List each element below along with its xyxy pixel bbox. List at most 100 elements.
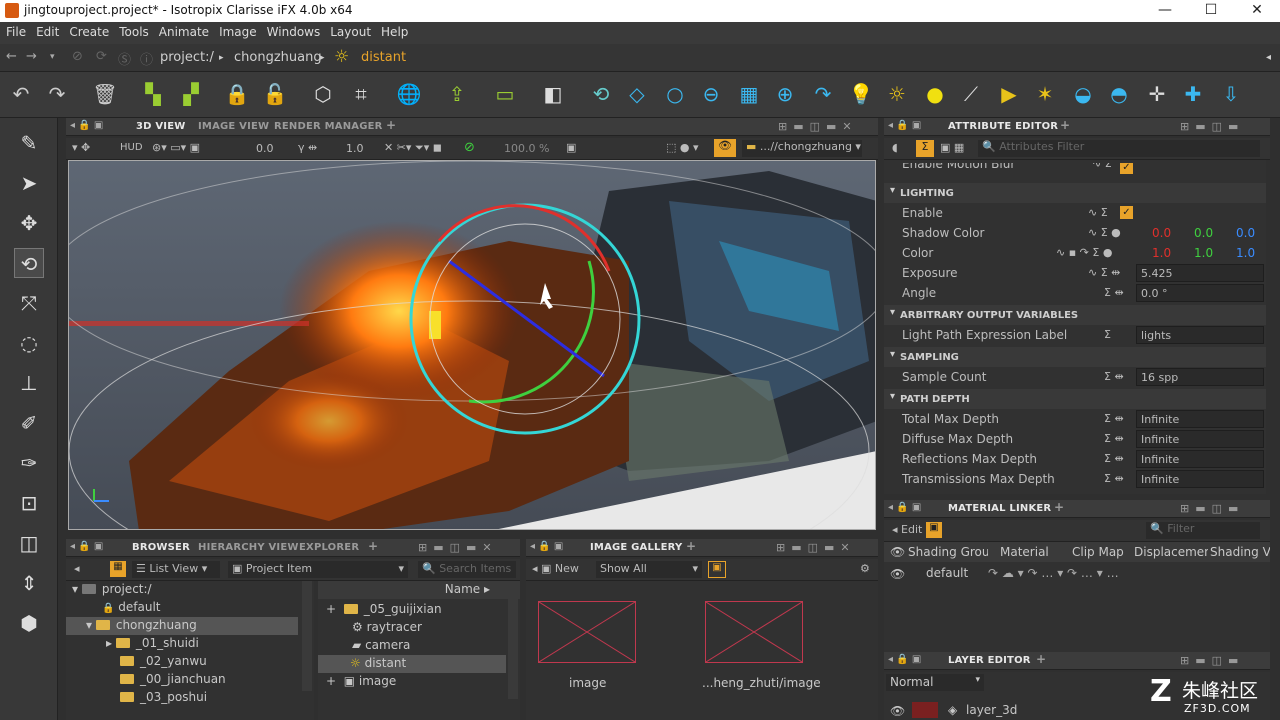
sigma-toggle-icon[interactable]: Σ [916, 140, 934, 157]
sample-count-field[interactable]: 16 spp [1136, 368, 1264, 386]
add-tab-icon[interactable]: + [368, 539, 378, 553]
item-image[interactable]: + ▣ image [326, 674, 396, 688]
spot-light-icon[interactable]: ⟋ [958, 81, 984, 107]
gallery-settings-icon[interactable]: ⚙ [860, 562, 870, 575]
instance-icon[interactable]: ✚ [1180, 81, 1206, 107]
anim-icon[interactable]: Σ ⇹ [1104, 286, 1124, 299]
context-selector[interactable]: ▬ ...//chongzhuang ▾ [742, 140, 862, 157]
total-max-depth-field[interactable]: Infinite [1136, 410, 1264, 428]
list-view-select[interactable]: ☰ List View ▾ [132, 561, 220, 578]
tab-image-view[interactable]: IMAGE VIEW [198, 121, 269, 132]
col-clip-map[interactable]: Clip Map [1072, 545, 1124, 559]
bounding-box-icon[interactable]: ⌗ [348, 81, 374, 107]
project-item-select[interactable]: ▣ Project Item ▾ [228, 561, 408, 578]
path-context[interactable]: chongzhuang [234, 50, 322, 65]
tab-material-linker[interactable]: MATERIAL LINKER [939, 500, 1060, 517]
motion-blur-checkbox[interactable]: ✓ [1120, 163, 1133, 174]
section-lighting[interactable]: LIGHTING [884, 183, 1266, 203]
undo-icon[interactable]: ↶ [8, 81, 34, 107]
filter-input[interactable]: 🔍 Filter [1146, 522, 1260, 539]
globe-add-icon[interactable]: 🌐 [396, 81, 422, 107]
box-icon[interactable]: ◇ [624, 81, 650, 107]
shadow-r[interactable]: 0.0 [1152, 226, 1171, 240]
layout-icons[interactable]: ⊞▬◫▬✕ [418, 541, 498, 554]
menu-layout[interactable]: Layout [324, 22, 375, 39]
diffuse-max-depth-field[interactable]: Infinite [1136, 430, 1264, 448]
browser-nav-icon[interactable]: ◂ [74, 562, 80, 575]
anim-icon[interactable]: Σ ⇹ [1104, 472, 1124, 485]
orbit-icon[interactable]: ◌ [14, 328, 44, 358]
reload-icon[interactable]: ⟳ [96, 49, 107, 64]
brush-icon[interactable]: ✑ [14, 448, 44, 478]
move-icon[interactable]: ✥ [14, 208, 44, 238]
grid-icon[interactable]: ▦ [736, 81, 762, 107]
anim-icon[interactable]: ∿ Σ ● [1088, 226, 1121, 239]
tree-item-chongzhuang[interactable]: ▾ chongzhuang [66, 617, 298, 635]
viewport-menu-icon[interactable]: ▾ ✥ [72, 141, 90, 154]
lpe-field[interactable]: lights [1136, 326, 1264, 344]
col-displacement[interactable]: Displacement [1134, 545, 1208, 559]
area-light-icon[interactable]: ▶ [996, 81, 1022, 107]
lock-icon[interactable]: 🔒 [224, 81, 250, 107]
menu-tools[interactable]: Tools [113, 22, 153, 39]
layout-icons[interactable]: ⊞▬◫▬✕ [776, 541, 856, 554]
panel-menu-icon[interactable]: ◂ 🔒 ▣ [70, 541, 103, 552]
color-r[interactable]: 1.0 [1152, 246, 1171, 260]
stamp-icon[interactable]: ⊥ [14, 368, 44, 398]
hud-toggle[interactable]: HUD [120, 142, 143, 153]
anim-icon[interactable]: Σ ⇹ [1104, 412, 1124, 425]
panel-menu-icon[interactable]: ◂ 🔒 ▣ [888, 502, 921, 513]
menu-file[interactable]: File [0, 22, 30, 39]
section-path-depth[interactable]: PATH DEPTH [884, 389, 1266, 409]
anim-icon[interactable]: ∿ Σ [1092, 163, 1112, 170]
link-toggle-icon[interactable]: ▣ [926, 522, 942, 538]
download-icon[interactable]: ⇩ [1218, 81, 1244, 107]
edit-menu[interactable]: ◂ Edit [892, 523, 922, 536]
add-tab-icon[interactable]: + [1036, 652, 1046, 666]
tree-item-poshui[interactable]: _03_poshui [120, 690, 207, 704]
panel-menu-icon[interactable]: ◂ 🔒 ▣ [70, 120, 103, 131]
material-link-icons[interactable]: ↷ ☁ ▾ ↷ … ▾ ↷ … ▾ … [988, 566, 1119, 580]
blend-mode-select[interactable]: Normal ▾ [886, 674, 984, 691]
gamma-icon[interactable]: γ ⇹ [298, 141, 317, 154]
info-icon[interactable]: ⓘ [140, 49, 153, 68]
sphere-icon[interactable]: ○ [662, 81, 688, 107]
tab-layer-editor[interactable]: LAYER EDITOR [940, 652, 1039, 669]
col-material[interactable]: Material [1000, 545, 1049, 559]
path-item[interactable]: distant [361, 50, 406, 65]
attributes-filter-input[interactable]: 🔍 Attributes Filter [978, 140, 1260, 157]
shading-group-default[interactable]: default [926, 566, 968, 580]
anim-icon[interactable]: ∿ Σ ⇹ [1088, 266, 1120, 279]
redo-icon[interactable]: ↷ [44, 81, 70, 107]
environment-icon[interactable]: ◒ [1070, 81, 1096, 107]
material-icon[interactable]: ⬢ [14, 608, 44, 638]
shadow-b[interactable]: 0.0 [1236, 226, 1255, 240]
add-tab-icon[interactable]: + [1054, 500, 1064, 514]
tree-item-yanwu[interactable]: _02_yanwu [120, 654, 207, 668]
sun-icon[interactable]: ● [922, 81, 948, 107]
ungroup-icon[interactable]: ▞ [178, 81, 204, 107]
reflections-max-depth-field[interactable]: Infinite [1136, 450, 1264, 468]
anim-icon[interactable]: Σ ⇹ [1104, 370, 1124, 383]
skydome-icon[interactable]: ◓ [1106, 81, 1132, 107]
menu-create[interactable]: Create [63, 22, 113, 39]
items-scrollbar[interactable] [508, 599, 518, 699]
context-icon[interactable]: ◧ [540, 81, 566, 107]
cube-icon[interactable]: ⬡ [310, 81, 336, 107]
item-camera[interactable]: ▰ camera [352, 638, 410, 652]
tree-item-shuidi[interactable]: ▸ _01_shuidi [106, 636, 199, 650]
view-icons[interactable]: ⬚ ● ▾ [666, 141, 699, 154]
panel-menu-icon[interactable]: ◂ 🔒 ▣ [888, 654, 921, 665]
image-thumbnail-placeholder[interactable] [538, 601, 636, 663]
visibility-eye-icon[interactable]: 👁 [714, 139, 736, 157]
layer-item[interactable]: layer_3d [966, 703, 1017, 717]
tree-scrollbar[interactable] [302, 581, 312, 691]
path-collapse-icon[interactable]: ◂ [1266, 52, 1271, 63]
scatter-icon[interactable]: ✛ [1144, 81, 1170, 107]
exposure-value[interactable]: 0.0 [256, 142, 274, 155]
distant-light-icon[interactable]: ☼ [884, 81, 910, 107]
item-distant[interactable]: ☼ distant [318, 655, 506, 673]
snap-icon[interactable]: ⊘ [464, 140, 475, 155]
col-shading-variable[interactable]: Shading Variable [1210, 545, 1270, 559]
focus-icon[interactable]: ◫ [14, 528, 44, 558]
